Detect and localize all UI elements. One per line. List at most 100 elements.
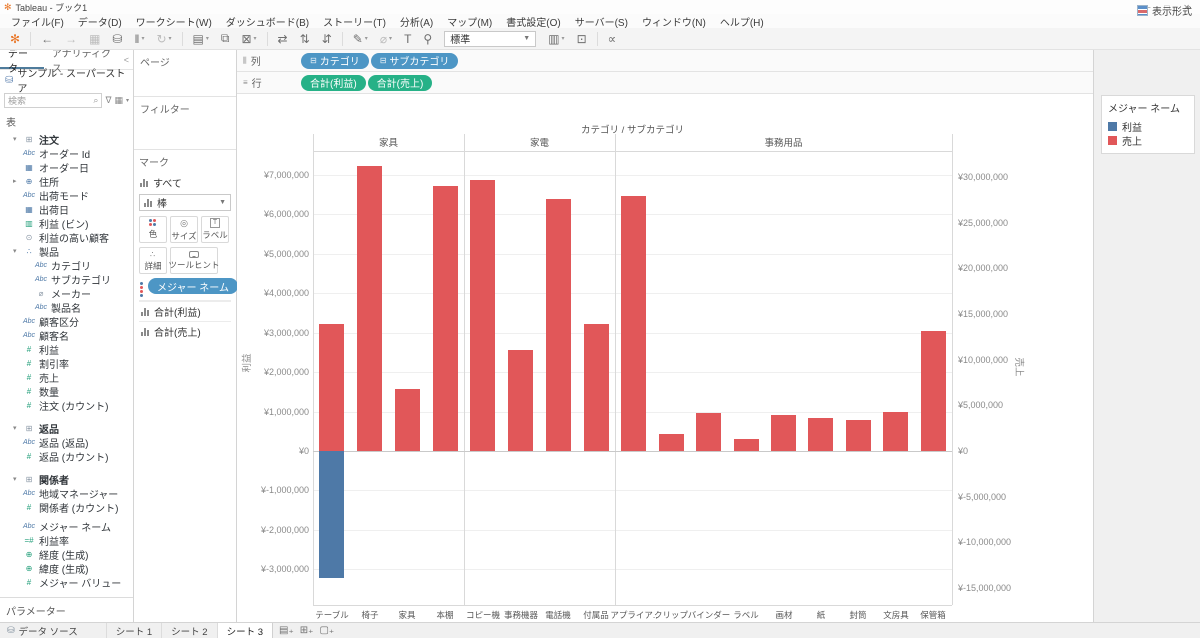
field-緯度 (生成)[interactable]: ⊕緯度 (生成) xyxy=(0,561,133,575)
menu-item-ワークシート(W)[interactable]: ワークシート(W) xyxy=(129,14,219,29)
measure-card-合計(利益)[interactable]: 合計(利益) xyxy=(139,301,231,321)
field-利益率[interactable]: =#利益率 xyxy=(0,533,133,547)
bar-利益-テーブル[interactable] xyxy=(319,451,344,578)
field-製品[interactable]: ▾∴製品 xyxy=(0,244,133,258)
new-worksheet-icon[interactable]: ▤▾ xyxy=(187,32,215,46)
mark-type-dropdown[interactable]: 棒 ▼ xyxy=(139,194,231,211)
menu-item-書式設定(O)[interactable]: 書式設定(O) xyxy=(499,14,567,29)
bar-売上-電話機[interactable] xyxy=(546,199,571,451)
menu-item-サーバー(S)[interactable]: サーバー(S) xyxy=(568,14,635,29)
menu-item-ウィンドウ(N)[interactable]: ウィンドウ(N) xyxy=(635,14,713,29)
menu-item-ストーリー(T)[interactable]: ストーリー(T) xyxy=(316,14,393,29)
bar-売上-テーブル[interactable] xyxy=(319,324,344,451)
show-mark-labels-icon[interactable]: ▥▾ xyxy=(542,32,570,46)
filters-shelf[interactable]: フィルター xyxy=(134,97,236,150)
field-関係者 (カウント)[interactable]: #関係者 (カウント) xyxy=(0,500,133,514)
swap-rows-columns-icon[interactable]: ⇄ xyxy=(272,32,294,46)
field-カテゴリ[interactable]: Abcカテゴリ xyxy=(0,258,133,272)
duplicate-icon[interactable]: ⧉ xyxy=(215,31,236,46)
expander-icon[interactable]: ▾ xyxy=(13,424,21,432)
pill-カテゴリ[interactable]: ⊟カテゴリ xyxy=(301,53,369,69)
field-メジャー ネーム[interactable]: Abcメジャー ネーム xyxy=(0,519,133,533)
bar-売上-付属品[interactable] xyxy=(584,324,609,451)
expander-icon[interactable]: ▾ xyxy=(13,475,21,483)
bar-売上-封筒[interactable] xyxy=(846,420,871,451)
format-icon[interactable]: ⌀▾ xyxy=(374,32,398,46)
bar-売上-紙[interactable] xyxy=(808,418,833,451)
new-worksheet-button[interactable]: ▤₊ xyxy=(279,625,294,636)
bar-売上-本棚[interactable] xyxy=(433,186,458,451)
sort-ascending-icon[interactable]: ⇅ xyxy=(294,32,316,46)
bar-売上-椅子[interactable] xyxy=(357,166,382,451)
menu-item-ファイル(F)[interactable]: ファイル(F) xyxy=(4,14,71,29)
field-数量[interactable]: #数量 xyxy=(0,384,133,398)
text-label-icon[interactable]: T xyxy=(398,32,417,46)
label-button[interactable]: T ラベル xyxy=(201,216,229,243)
pill-サブカテゴリ[interactable]: ⊟サブカテゴリ xyxy=(371,53,459,69)
field-割引率[interactable]: #割引率 xyxy=(0,356,133,370)
new-story-button[interactable]: ▢₊ xyxy=(319,625,334,636)
datasource-row[interactable]: ⛁ サンプル - スーパーストア xyxy=(0,70,133,90)
sheet-tab-シート 1[interactable]: シート 1 xyxy=(106,623,161,638)
field-利益の高い顧客[interactable]: ⊙利益の高い顧客 xyxy=(0,230,133,244)
new-dashboard-button[interactable]: ⊞₊ xyxy=(300,625,314,636)
menu-item-マップ(M)[interactable]: マップ(M) xyxy=(440,14,499,29)
field-顧客名[interactable]: Abc顧客名 xyxy=(0,328,133,342)
field-注文[interactable]: ▾⊞注文 xyxy=(0,132,133,146)
menu-item-データ(D)[interactable]: データ(D) xyxy=(71,14,129,29)
sheet-tab-シート 2[interactable]: シート 2 xyxy=(161,623,216,638)
field-売上[interactable]: #売上 xyxy=(0,370,133,384)
fit-selector[interactable]: 標準▼ xyxy=(444,31,536,47)
expander-icon[interactable]: ▾ xyxy=(13,135,21,143)
pages-shelf[interactable]: ページ xyxy=(134,50,236,97)
field-関係者[interactable]: ▾⊞関係者 xyxy=(0,472,133,486)
marks-all-row[interactable]: すべて xyxy=(140,175,230,190)
bar-売上-バインダー[interactable] xyxy=(696,413,721,451)
color-button[interactable]: 色 xyxy=(139,216,167,243)
tooltip-button[interactable]: ツールヒント xyxy=(170,247,218,274)
bar-売上-コピー機[interactable] xyxy=(470,180,495,451)
field-返品[interactable]: ▾⊞返品 xyxy=(0,421,133,435)
sort-descending-icon[interactable]: ⇵ xyxy=(316,32,338,46)
field-住所[interactable]: ▸⊕住所 xyxy=(0,174,133,188)
columns-shelf[interactable]: ⫼ 列 ⊟カテゴリ⊟サブカテゴリ xyxy=(237,50,1093,72)
bar-売上-文房具[interactable] xyxy=(883,412,908,451)
field-返品 (返品)[interactable]: Abc返品 (返品) xyxy=(0,435,133,449)
show-me-button[interactable]: 表示形式 xyxy=(1137,3,1192,18)
collapse-pane-icon[interactable]: < xyxy=(124,55,129,65)
pill-合計(利益)[interactable]: 合計(利益) xyxy=(301,75,366,91)
tableau-logo-icon[interactable]: ✻ xyxy=(4,32,26,46)
pin-icon[interactable]: ⚲ xyxy=(417,32,438,46)
field-サブカテゴリ[interactable]: Abcサブカテゴリ xyxy=(0,272,133,286)
add-datasource-icon[interactable]: ⛁ xyxy=(106,32,128,46)
redo-icon[interactable]: → xyxy=(59,32,83,46)
size-button[interactable]: ◎ サイズ xyxy=(170,216,198,243)
field-経度 (生成)[interactable]: ⊕経度 (生成) xyxy=(0,547,133,561)
expander-icon[interactable]: ▸ xyxy=(13,177,21,185)
field-返品 (カウント)[interactable]: #返品 (カウント) xyxy=(0,449,133,463)
menu-item-ヘルプ(H)[interactable]: ヘルプ(H) xyxy=(713,14,771,29)
measure-card-合計(売上)[interactable]: 合計(売上) xyxy=(139,321,231,341)
expander-icon[interactable]: ▾ xyxy=(13,247,21,255)
field-オーダー日[interactable]: ▦オーダー日 xyxy=(0,160,133,174)
sheet-tab-シート 3[interactable]: シート 3 xyxy=(217,623,273,638)
pause-updates-icon[interactable]: ‖▾ xyxy=(128,32,150,46)
field-利益[interactable]: #利益 xyxy=(0,342,133,356)
bar-売上-クリップ[interactable] xyxy=(659,434,684,451)
field-出荷モード[interactable]: Abc出荷モード xyxy=(0,188,133,202)
clear-sheet-icon[interactable]: ⊠▾ xyxy=(235,32,262,46)
field-メジャー バリュー[interactable]: #メジャー バリュー xyxy=(0,575,133,589)
view-options-dropdown-icon[interactable]: ▾ xyxy=(126,97,129,104)
field-メーカー[interactable]: ⌀メーカー xyxy=(0,286,133,300)
field-顧客区分[interactable]: Abc顧客区分 xyxy=(0,314,133,328)
refresh-icon[interactable]: ↻▾ xyxy=(150,32,177,46)
filter-fields-icon[interactable]: ∇ xyxy=(105,95,111,106)
bar-売上-画材[interactable] xyxy=(771,415,796,451)
bar-売上-事務機器[interactable] xyxy=(508,350,533,451)
tab-data-source[interactable]: ⛁ データ ソース xyxy=(0,623,88,638)
legend-item-売上[interactable]: 売上 xyxy=(1108,133,1188,147)
save-icon[interactable]: ▦ xyxy=(83,32,106,46)
field-注文 (カウント)[interactable]: #注文 (カウント) xyxy=(0,398,133,412)
field-出荷日[interactable]: ▦出荷日 xyxy=(0,202,133,216)
pill-合計(売上)[interactable]: 合計(売上) xyxy=(368,75,433,91)
